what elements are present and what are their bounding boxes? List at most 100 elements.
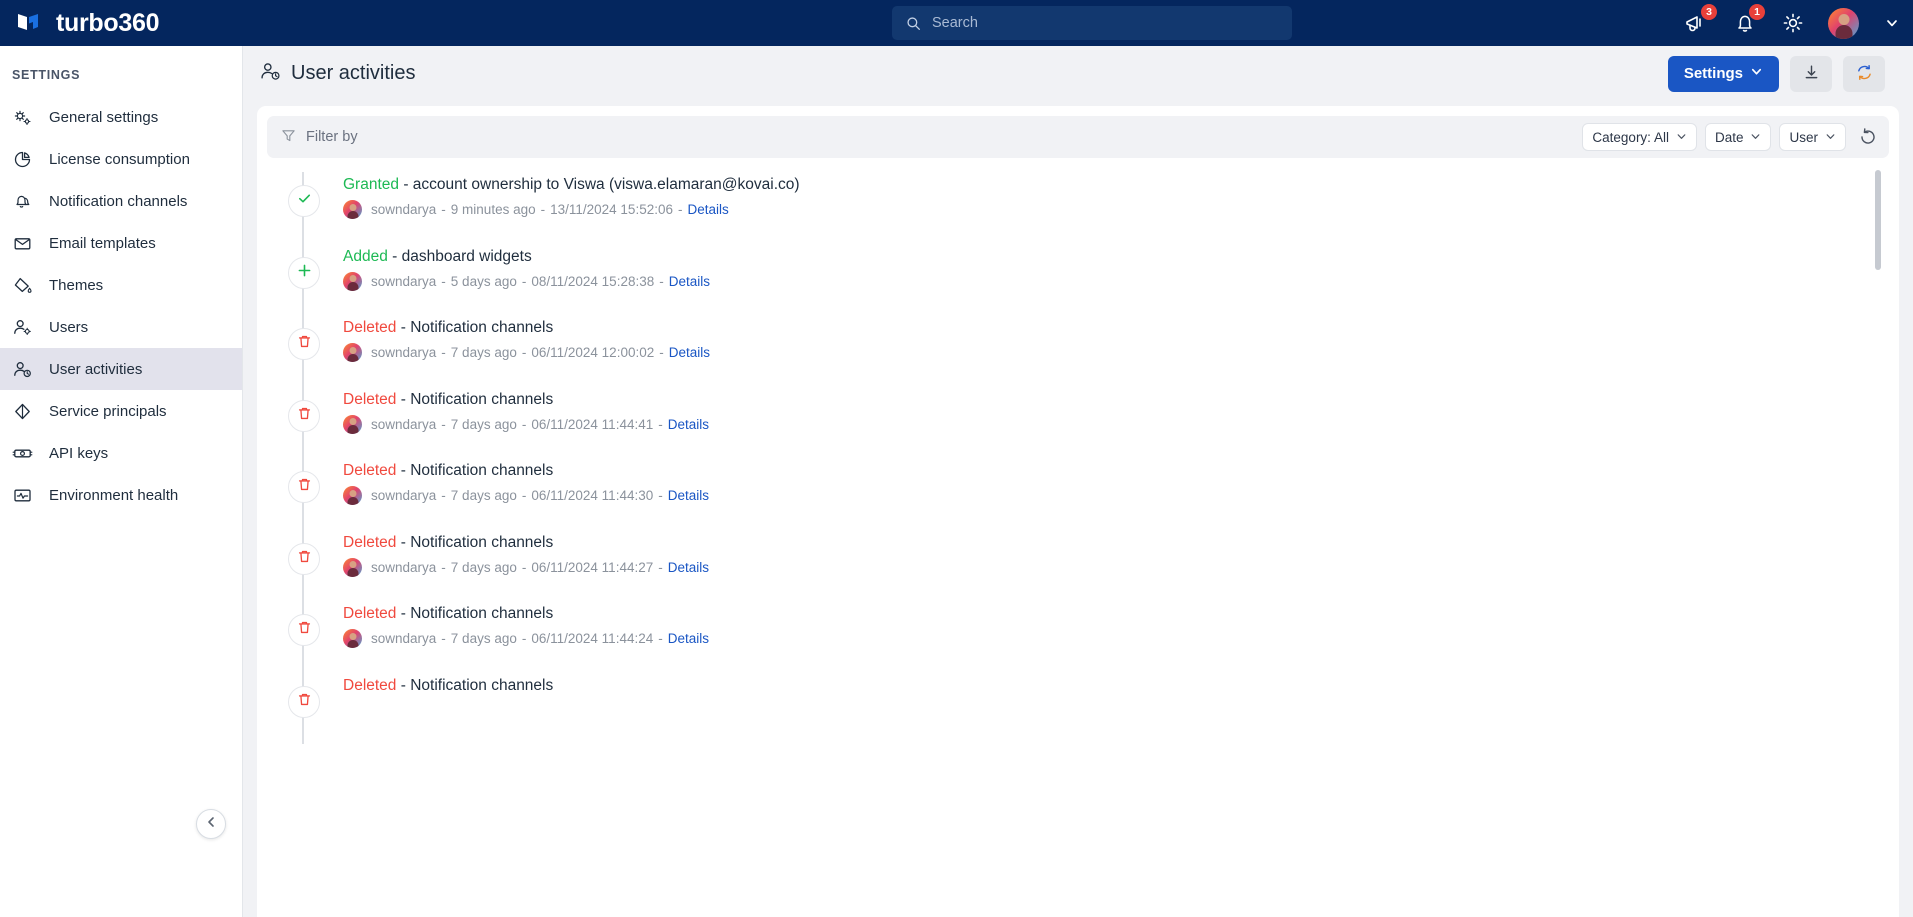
activity-content: Added - dashboard widgets sowndarya - 5 … (343, 244, 710, 291)
bell-icon[interactable]: 1 (1732, 4, 1765, 36)
avatar (343, 486, 362, 505)
activity-row[interactable]: Deleted - Notification channels (285, 673, 1889, 745)
scrollbar-track[interactable] (1875, 158, 1885, 917)
sidebar-item-api-keys[interactable]: API keys (0, 432, 242, 474)
body-container: SETTINGS General settings License consum… (0, 46, 1913, 917)
avatar (343, 343, 362, 362)
activity-relative-time: 7 days ago (450, 559, 517, 575)
sidebar-item-users[interactable]: Users (0, 306, 242, 348)
meta-separator: - (441, 202, 446, 217)
funnel-icon (281, 128, 296, 147)
activity-details-link[interactable]: Details (668, 631, 709, 646)
activity-row[interactable]: Deleted - Notification channels sowndary… (285, 387, 1889, 459)
sidebar: SETTINGS General settings License consum… (0, 46, 243, 917)
sidebar-item-service-principals[interactable]: Service principals (0, 390, 242, 432)
sidebar-item-label: User activities (49, 360, 143, 378)
pulse-monitor-icon (12, 485, 33, 506)
refresh-button[interactable] (1843, 55, 1885, 92)
avatar (343, 557, 362, 577)
search-container[interactable]: Search (892, 6, 1292, 40)
activity-meta: sowndarya - 7 days ago - 06/11/2024 11:4… (343, 414, 709, 434)
sidebar-item-environment-health[interactable]: Environment health (0, 474, 242, 516)
reset-filters-icon[interactable] (1857, 126, 1879, 148)
activity-verb: Deleted (343, 676, 397, 694)
activity-marker (288, 399, 320, 432)
scrollbar-thumb[interactable] (1875, 170, 1881, 270)
user-filter-label: User (1789, 129, 1818, 145)
activity-row[interactable]: Added - dashboard widgets sowndarya - 5 … (285, 244, 1889, 316)
settings-button-label: Settings (1683, 65, 1743, 82)
activity-row[interactable]: Deleted - Notification channels sowndary… (285, 458, 1889, 530)
meta-separator: - (521, 559, 527, 575)
sidebar-item-user-activities[interactable]: User activities (0, 348, 242, 390)
download-button[interactable] (1790, 55, 1832, 92)
activities-scroll-area: Granted - account ownership to Viswa (vi… (267, 158, 1889, 917)
sidebar-collapse-button[interactable] (196, 809, 226, 839)
search-input[interactable]: Search (892, 6, 1292, 40)
meta-separator: - (658, 488, 663, 503)
activity-headline: Deleted - Notification channels (343, 319, 710, 337)
activity-row[interactable]: Deleted - Notification channels sowndary… (285, 601, 1889, 673)
top-actions: 3 1 (1684, 0, 1899, 46)
sidebar-item-general-settings[interactable]: General settings (0, 96, 242, 138)
activity-details-link[interactable]: Details (668, 560, 709, 575)
settings-button[interactable]: Settings (1667, 55, 1779, 92)
sidebar-item-themes[interactable]: Themes (0, 264, 242, 306)
brand-logo-zone[interactable]: turbo360 (0, 8, 295, 38)
category-filter-dropdown[interactable]: Category: All (1582, 123, 1697, 151)
activity-headline: Added - dashboard widgets (343, 248, 710, 266)
sidebar-item-email-templates[interactable]: Email templates (0, 222, 242, 264)
activity-description: - account ownership to Viswa (viswa.elam… (403, 176, 800, 193)
activity-details-link[interactable]: Details (668, 488, 709, 503)
trash-icon (296, 405, 313, 427)
activity-description: - Notification channels (400, 533, 554, 551)
activity-relative-time: 7 days ago (450, 416, 517, 432)
activity-details-link[interactable]: Details (669, 274, 710, 289)
activity-description: - dashboard widgets (392, 247, 532, 265)
activity-user: sowndarya (371, 202, 437, 217)
activity-marker (288, 256, 320, 289)
filter-by-group[interactable]: Filter by (281, 128, 358, 147)
avatar[interactable] (1828, 7, 1859, 39)
activity-meta: sowndarya - 9 minutes ago - 13/11/2024 1… (343, 200, 800, 219)
activity-row[interactable]: Deleted - Notification channels sowndary… (285, 530, 1889, 602)
activity-details-link[interactable]: Details (668, 417, 709, 432)
plus-icon (296, 262, 313, 284)
chevron-down-icon[interactable] (1885, 16, 1899, 30)
activity-description: - Notification channels (400, 462, 554, 479)
gear-icon[interactable] (1780, 10, 1806, 36)
search-icon (906, 16, 921, 31)
chevron-down-icon (1825, 130, 1836, 145)
user-filter-dropdown[interactable]: User (1779, 123, 1846, 151)
paint-bucket-icon (12, 275, 33, 296)
meta-separator: - (521, 345, 527, 360)
sidebar-item-notification-channels[interactable]: Notification channels (0, 180, 242, 222)
activity-row[interactable]: Deleted - Notification channels sowndary… (285, 315, 1889, 387)
user-gear-icon (12, 317, 33, 338)
megaphone-icon[interactable]: 3 (1684, 4, 1717, 36)
megaphone-badge: 3 (1701, 4, 1717, 20)
activity-headline: Deleted - Notification channels (343, 677, 553, 695)
activity-verb: Added (343, 247, 388, 265)
activity-headline: Deleted - Notification channels (343, 534, 709, 552)
category-filter-label: Category: All (1592, 129, 1669, 145)
key-card-icon (12, 443, 33, 464)
chevron-down-icon (1750, 130, 1761, 145)
refresh-icon (1855, 63, 1874, 85)
date-filter-label: Date (1714, 129, 1744, 145)
activity-content: Deleted - Notification channels (343, 673, 553, 695)
sidebar-item-label: License consumption (49, 150, 190, 168)
activity-timestamp: 06/11/2024 11:44:41 (531, 416, 654, 432)
trash-icon (296, 691, 313, 713)
page-title: User activities (291, 62, 416, 84)
filter-bar: Filter by Category: All Date User (267, 116, 1889, 158)
sidebar-item-label: Environment health (49, 486, 179, 504)
activity-row[interactable]: Granted - account ownership to Viswa (vi… (285, 172, 1889, 244)
activity-details-link[interactable]: Details (687, 202, 728, 217)
trash-icon (296, 548, 313, 570)
activity-details-link[interactable]: Details (669, 345, 710, 360)
activity-meta: sowndarya - 7 days ago - 06/11/2024 12:0… (343, 343, 710, 362)
date-filter-dropdown[interactable]: Date (1704, 123, 1772, 151)
chevron-down-icon (1676, 130, 1687, 145)
sidebar-item-license-consumption[interactable]: License consumption (0, 138, 242, 180)
